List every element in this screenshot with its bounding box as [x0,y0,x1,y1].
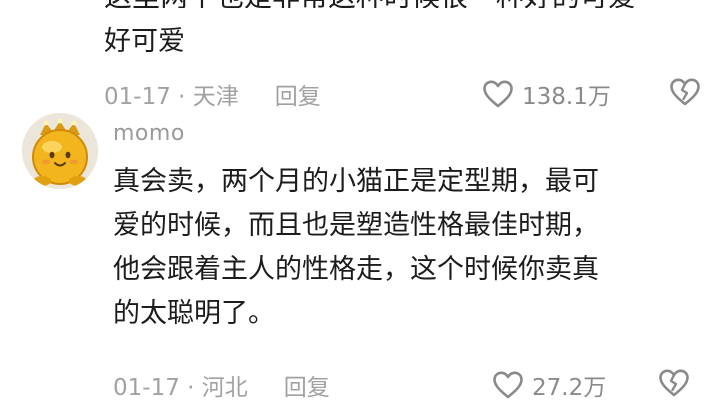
comment-username[interactable]: momo [113,121,185,146]
avatar-image [22,113,98,189]
heart-outline-icon [492,370,524,400]
comment-meta: 01-17 · 河北 回复 [113,367,330,403]
previous-comment-cutoff-line: 这里两个也是非常这种时候很一种好的可爱 [104,0,704,8]
previous-comment-text: 好可爱 [104,26,185,57]
comment-dislike-button[interactable] [657,368,691,402]
comment-text-line: 真会卖，两个月的小猫正是定型期，最可 [113,166,599,197]
avatar[interactable] [22,113,98,189]
comment-text-line: 他会跟着主人的性格走，这个时候你卖真 [113,254,599,285]
heart-outline-icon [482,79,514,109]
comment-reply-button[interactable]: 回复 [284,368,330,402]
previous-comment-like-button[interactable]: 138.1万 [482,76,611,112]
previous-comment-like-count: 138.1万 [522,84,611,110]
previous-comment-reply-button[interactable]: 回复 [275,77,321,111]
comment-like-button[interactable]: 27.2万 [492,367,606,403]
previous-comment-dislike-button[interactable] [668,77,702,111]
comment-text-line: 的太聪明了。 [113,298,275,329]
broken-heart-icon [669,77,701,111]
comment-like-count: 27.2万 [532,375,607,401]
previous-comment-meta: 01-17 · 天津 回复 [104,76,321,112]
comment-text: 真会卖，两个月的小猫正是定型期，最可 爱的时候，而且也是塑造性格最佳时期， 他会… [113,160,693,336]
comment-text-line: 爱的时候，而且也是塑造性格最佳时期， [113,210,599,241]
broken-heart-icon [658,368,690,402]
comment-date-location: 01-17 · 河北 [113,375,248,401]
previous-comment-date-location: 01-17 · 天津 [104,84,239,110]
